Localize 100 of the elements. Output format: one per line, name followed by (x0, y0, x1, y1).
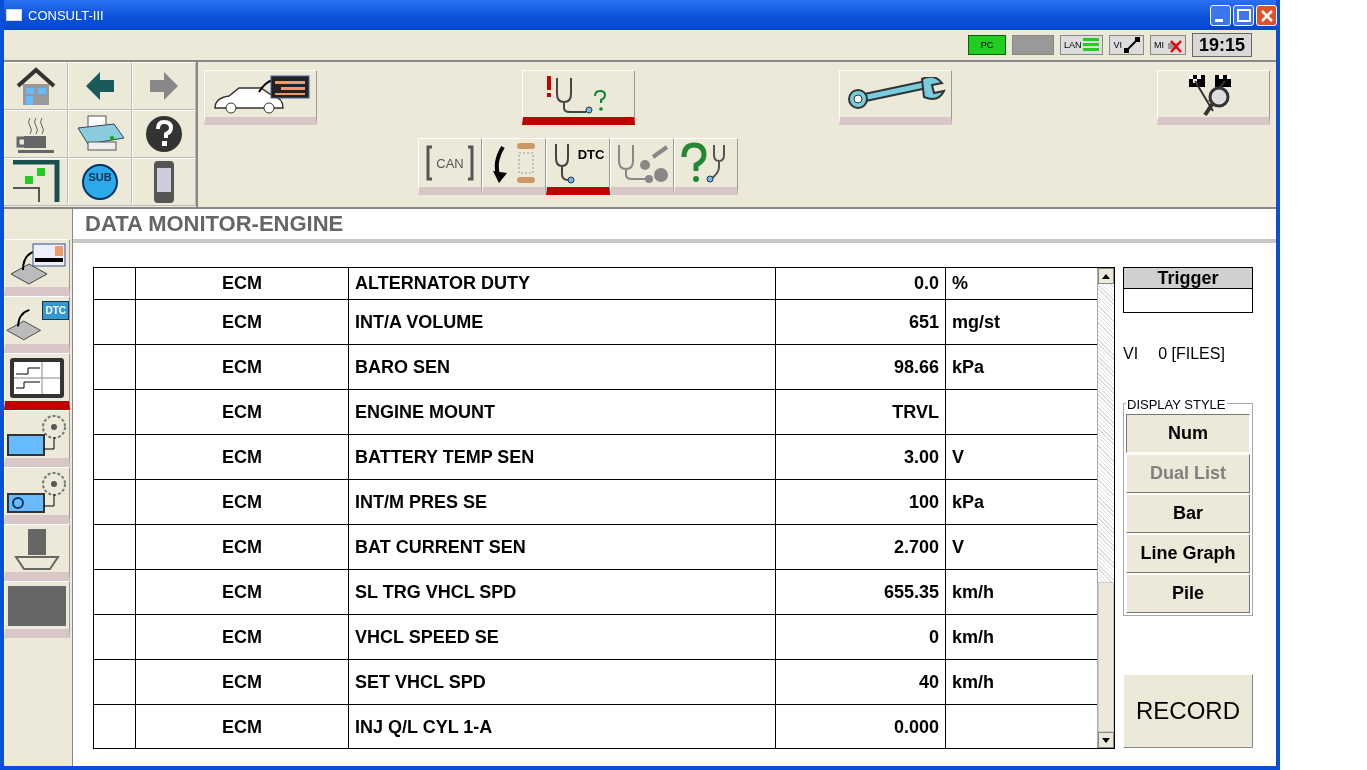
sub-button[interactable]: SUB (68, 158, 132, 206)
system-cell: ECM (136, 660, 349, 704)
unit-cell-text: V (951, 535, 965, 559)
signal-bars-icon (1083, 37, 1100, 53)
fan-cycle-button[interactable] (4, 467, 70, 524)
item-cell: BARO SEN (349, 345, 776, 389)
fan-screen-icon (6, 412, 68, 457)
display-style-button[interactable]: Bar (1126, 494, 1250, 533)
printer-button[interactable] (68, 110, 132, 158)
scroll-thumb[interactable] (1098, 582, 1114, 732)
value-cell: 0 (776, 615, 946, 659)
close-button[interactable] (1256, 4, 1277, 26)
help-icon (145, 115, 183, 153)
unit-cell-text: % (951, 272, 969, 295)
cable-icon (1123, 37, 1140, 53)
item-cell: SET VHCL SPD (349, 660, 776, 704)
seat-icon (12, 526, 62, 571)
flow-tool-button[interactable] (482, 138, 546, 195)
fan-cycle-screen-icon (6, 469, 68, 514)
battery-indicator (1011, 35, 1054, 55)
maximize-button[interactable] (1233, 4, 1254, 26)
sub-label: SUB (87, 171, 113, 183)
up-arrow-icon (1102, 273, 1110, 279)
trigger-header: Trigger (1124, 268, 1252, 289)
system-cell: ECM (136, 525, 349, 569)
value-cell: 0.0 (776, 268, 946, 299)
display-style-button[interactable]: Line Graph (1126, 534, 1250, 573)
ecu-id-button[interactable] (4, 239, 70, 296)
sub-badge (81, 163, 119, 201)
phone-button[interactable] (132, 158, 196, 206)
unit-cell-text: kPa (951, 355, 986, 379)
resize-button[interactable] (4, 158, 68, 206)
item-cell: INT/A VOLUME (349, 300, 776, 344)
scrollbar[interactable] (1097, 268, 1114, 748)
item-cell: INT/M PRES SE (349, 480, 776, 524)
value-cell: 2.700 (776, 525, 946, 569)
help-button[interactable] (132, 110, 196, 158)
bracket-icon (426, 145, 435, 181)
unit-cell-text: km/h (951, 625, 995, 649)
minimize-icon (1214, 18, 1223, 22)
pc-indicator: PC (967, 35, 1006, 55)
stetho-tool-button[interactable] (610, 138, 674, 195)
system-cell: ECM (136, 570, 349, 614)
item-cell: BATTERY TEMP SEN (349, 435, 776, 479)
unit-cell-text: mg/st (951, 310, 1001, 334)
system-cell: ECM (136, 268, 349, 299)
unit-cell-text: V (951, 445, 965, 469)
item-cell: ALTERNATOR DUTY (349, 268, 776, 299)
device-label: VI (1123, 345, 1139, 363)
record-button[interactable]: RECORD (1123, 674, 1253, 748)
page-title: DATA MONITOR-ENGINE (73, 209, 1276, 243)
question-tool-button[interactable] (674, 138, 738, 195)
blank-panel-icon (8, 585, 66, 626)
seat-button[interactable] (4, 524, 70, 581)
system-cell: ECM (136, 345, 349, 389)
flags-mode-button[interactable] (1156, 70, 1270, 125)
display-style-button[interactable]: Pile (1126, 574, 1250, 613)
window-resize-icon (11, 160, 61, 204)
system-cell: ECM (136, 480, 349, 524)
dtc-tool-button[interactable]: DTC (546, 138, 610, 195)
signal-monitor-icon (8, 355, 66, 400)
unit-cell-text: kPa (951, 490, 986, 514)
app-icon (6, 9, 22, 21)
fan-button[interactable] (4, 410, 70, 467)
back-button[interactable] (68, 62, 132, 110)
window-title: CONSULT-III (28, 7, 105, 23)
blank-button[interactable] (4, 581, 70, 638)
clock: 19:15 (1191, 33, 1252, 57)
value-cell: 100 (776, 480, 946, 524)
handheld-device-icon (153, 160, 175, 204)
system-cell: ECM (136, 615, 349, 659)
vi-indicator: VI (1109, 35, 1144, 55)
right-arrow-icon (148, 70, 180, 102)
value-cell: TRVL (776, 390, 946, 434)
bracket-icon (465, 145, 474, 181)
down-arrow-icon (1102, 737, 1110, 743)
unit-cell-text: km/h (951, 580, 995, 604)
value-cell: 651 (776, 300, 946, 344)
item-cell: SL TRG VHCL SPD (349, 570, 776, 614)
value-cell: 3.00 (776, 435, 946, 479)
wrench-icon (845, 77, 946, 111)
item-cell: INJ Q/L CYL 1-A (349, 705, 776, 748)
can-tool-button[interactable]: CAN (418, 138, 482, 195)
minimize-button[interactable] (1210, 4, 1231, 26)
value-cell: 98.66 (776, 345, 946, 389)
system-cell: ECM (136, 300, 349, 344)
unit-cell-text: km/h (951, 670, 995, 694)
system-cell: ECM (136, 705, 349, 748)
wrench-mode-button[interactable] (839, 70, 953, 125)
display-style-button[interactable]: Num (1126, 414, 1250, 453)
coffee-button[interactable] (4, 110, 68, 158)
home-button[interactable] (4, 62, 68, 110)
group-label: DISPLAY STYLE (1126, 397, 1227, 412)
vehicle-mode-button[interactable] (204, 70, 317, 125)
item-cell: VHCL SPEED SE (349, 615, 776, 659)
diagnosis-mode-button[interactable] (521, 70, 635, 125)
lan-indicator: LAN (1059, 35, 1104, 55)
value-cell: 655.35 (776, 570, 946, 614)
item-cell: BAT CURRENT SEN (349, 525, 776, 569)
monitor-button[interactable] (4, 353, 70, 410)
